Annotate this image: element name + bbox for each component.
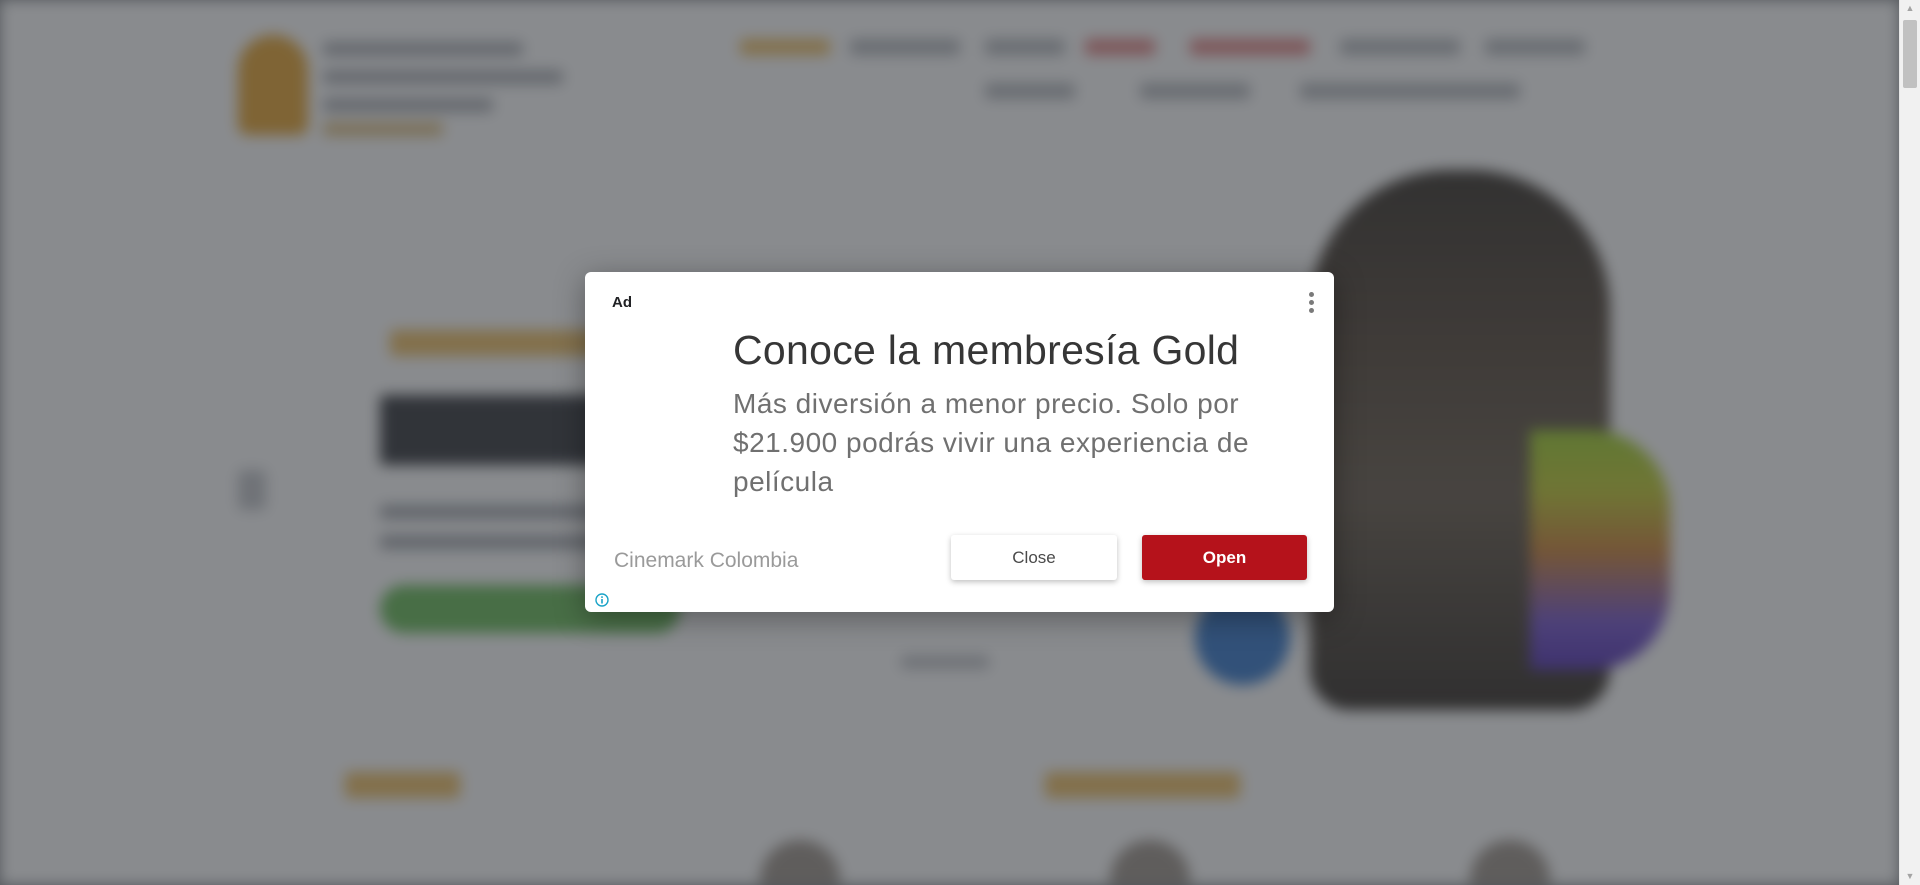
scroll-up-arrow-icon[interactable]: ▲ [1900, 0, 1920, 17]
scroll-down-arrow-icon[interactable]: ▼ [1900, 868, 1920, 885]
open-button[interactable]: Open [1142, 535, 1307, 580]
info-icon[interactable] [595, 593, 609, 607]
scrollbar-thumb[interactable] [1903, 20, 1917, 88]
more-vert-icon[interactable] [1304, 290, 1318, 316]
ad-dialog: Ad Conoce la membresía Gold Más diversió… [585, 272, 1334, 612]
page-scrollbar[interactable]: ▲ ▼ [1899, 0, 1920, 885]
ad-headline[interactable]: Conoce la membresía Gold [733, 327, 1239, 374]
ad-advertiser-name[interactable]: Cinemark Colombia [614, 549, 798, 573]
ad-body-text[interactable]: Más diversión a menor precio. Solo por $… [733, 384, 1313, 501]
ad-label: Ad [612, 294, 632, 311]
close-button[interactable]: Close [951, 535, 1117, 580]
